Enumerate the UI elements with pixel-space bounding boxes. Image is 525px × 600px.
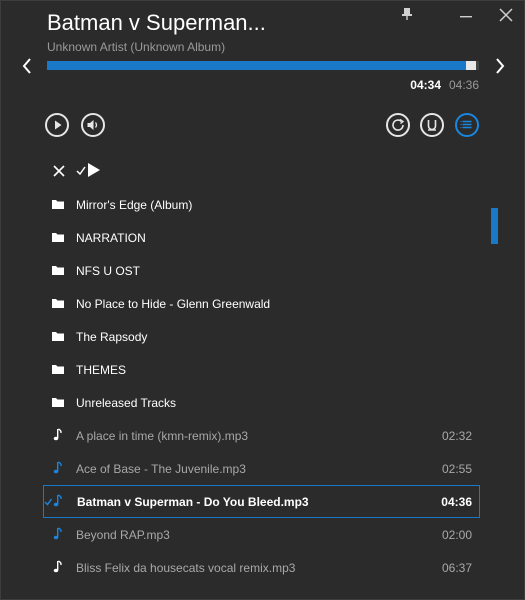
item-duration: 02:32 <box>441 429 472 443</box>
seek-bar[interactable] <box>47 61 479 70</box>
track-item[interactable]: A place in time (kmn-remix).mp3 02:32 <box>43 419 480 452</box>
item-duration: 02:55 <box>441 462 472 476</box>
folder-icon <box>52 233 64 242</box>
scrollbar-thumb[interactable] <box>491 208 498 244</box>
repeat-button[interactable] <box>386 113 410 137</box>
folder-icon <box>52 332 64 341</box>
seek-bar-fill <box>47 61 466 70</box>
play-icon <box>55 120 62 130</box>
folder-item[interactable]: NARRATION <box>43 221 480 254</box>
volume-icon <box>87 120 98 130</box>
item-name: Batman v Superman - Do You Bleed.mp3 <box>77 495 309 509</box>
item-name: THEMES <box>76 363 127 377</box>
folder-icon <box>52 266 64 275</box>
music-note-icon <box>53 428 62 441</box>
item-name: NFS U OST <box>76 264 141 278</box>
track-item[interactable]: Beyond RAP.mp3 02:00 <box>43 518 480 551</box>
track-item[interactable]: Bliss Felix da housecats vocal remix.mp3… <box>43 551 480 584</box>
playlist-icon <box>460 120 472 129</box>
folder-item[interactable]: THEMES <box>43 353 480 386</box>
track-item[interactable]: Ace of Base - The Juvenile.mp3 02:55 <box>43 452 480 485</box>
item-name: A place in time (kmn-remix).mp3 <box>76 429 249 443</box>
item-name: Beyond RAP.mp3 <box>76 528 170 542</box>
shuffle-icon <box>427 120 437 131</box>
file-list: Mirror's Edge (Album) NARRATION NFS U OST N… <box>43 188 480 584</box>
item-name: Mirror's Edge (Album) <box>76 198 193 212</box>
folder-item[interactable]: Mirror's Edge (Album) <box>43 188 480 221</box>
item-name: The Rapsody <box>76 330 148 344</box>
chevron-left-icon[interactable] <box>20 56 34 76</box>
track-subtitle: Unknown Artist (Unknown Album) <box>47 40 226 54</box>
item-name: No Place to Hide - Glenn Greenwald <box>76 297 271 311</box>
playlist-button[interactable] <box>455 113 479 137</box>
folder-item[interactable]: Unreleased Tracks <box>43 386 480 419</box>
minimize-icon[interactable] <box>458 8 474 24</box>
play-button[interactable] <box>45 113 69 137</box>
close-icon[interactable] <box>497 6 515 24</box>
pin-icon[interactable] <box>400 7 414 21</box>
item-name: Bliss Felix da housecats vocal remix.mp3 <box>76 561 296 575</box>
folder-item[interactable]: No Place to Hide - Glenn Greenwald <box>43 287 480 320</box>
track-title: Batman v Superman... <box>47 10 266 35</box>
chevron-right-icon[interactable] <box>493 56 507 76</box>
music-note-icon <box>53 527 62 540</box>
music-note-icon <box>53 560 62 573</box>
music-note-icon <box>53 461 62 474</box>
play-selected-icon[interactable] <box>75 160 103 180</box>
player-window: Batman v Superman... Unknown Artist (Unk… <box>0 0 525 600</box>
folder-icon <box>52 365 64 374</box>
track-item[interactable]: Batman v Superman - Do You Bleed.mp3 04:3… <box>43 485 480 518</box>
folder-item[interactable]: NFS U OST <box>43 254 480 287</box>
repeat-icon <box>392 118 405 131</box>
item-name: Ace of Base - The Juvenile.mp3 <box>76 462 246 476</box>
seek-bar-thumb[interactable] <box>466 61 476 70</box>
item-name: NARRATION <box>76 231 146 245</box>
volume-button[interactable] <box>81 113 105 137</box>
folder-icon <box>52 200 64 209</box>
item-name: Unreleased Tracks <box>76 396 177 410</box>
current-time: 04:34 <box>410 78 441 92</box>
item-duration: 04:36 <box>441 495 472 509</box>
folder-icon <box>52 398 64 407</box>
item-duration: 06:37 <box>441 561 472 575</box>
shuffle-button[interactable] <box>420 113 444 137</box>
item-duration: 02:00 <box>441 528 472 542</box>
folder-item[interactable]: The Rapsody <box>43 320 480 353</box>
total-time: 04:36 <box>449 78 480 92</box>
clear-selection-icon[interactable] <box>52 164 66 178</box>
music-note-icon <box>44 494 62 507</box>
folder-icon <box>52 299 64 308</box>
